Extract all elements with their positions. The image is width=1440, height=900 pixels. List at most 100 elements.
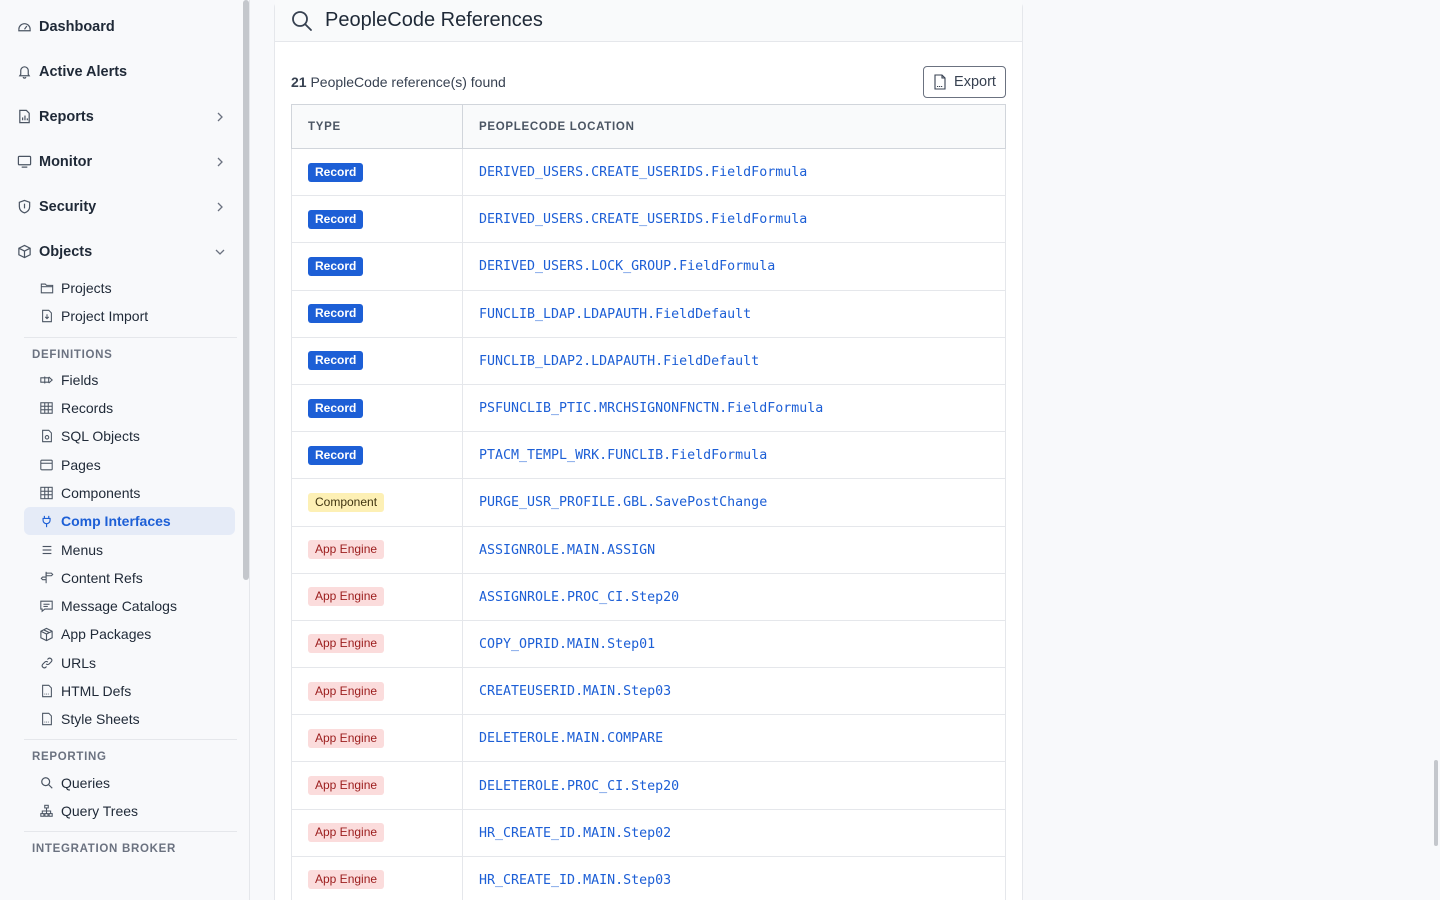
peoplecode-location-link[interactable]: DELETEROLE.PROC_CI.Step20 — [479, 779, 679, 794]
package-icon — [39, 627, 54, 642]
peoplecode-references-panel: PeopleCode References 21 PeopleCode refe… — [274, 0, 1023, 900]
sidebar-item-objects[interactable]: Objects — [0, 229, 249, 274]
type-cell: Record — [291, 242, 463, 291]
table-row: Record FUNCLIB_LDAP.LDAPAUTH.FieldDefault — [291, 289, 1006, 338]
column-header-location[interactable]: PEOPLECODE LOCATION — [462, 104, 1006, 149]
sidebar-item-project-import[interactable]: Project Import — [24, 302, 235, 330]
sidebar-item-menus[interactable]: Menus — [24, 535, 235, 563]
field-icon — [39, 372, 54, 387]
sidebar-divider — [24, 336, 237, 338]
report-icon — [16, 109, 32, 125]
cube-icon — [16, 244, 32, 260]
sidebar-item-content-refs[interactable]: Content Refs — [24, 564, 235, 592]
peoplecode-location-link[interactable]: ASSIGNROLE.PROC_CI.Step20 — [479, 590, 679, 605]
sidebar-item-dashboard[interactable]: Dashboard — [0, 0, 249, 49]
table-row: App Engine ASSIGNROLE.PROC_CI.Step20 — [291, 572, 1006, 621]
sidebar-item-monitor[interactable]: Monitor — [0, 139, 249, 184]
sidebar-item-label: Dashboard — [39, 18, 115, 35]
location-cell: PSFUNCLIB_PTIC.MRCHSIGNONFNCTN.FieldForm… — [462, 383, 1006, 433]
sidebar-item-label: Menus — [61, 541, 104, 558]
results-summary: 21 PeopleCode reference(s) found Export — [291, 66, 1006, 98]
peoplecode-location-link[interactable]: DERIVED_USERS.CREATE_USERIDS.FieldFormul… — [479, 165, 807, 180]
chevron-right-icon[interactable] — [214, 156, 226, 168]
sidebar-item-projects[interactable]: Projects — [24, 274, 235, 302]
chevron-down-icon[interactable] — [214, 246, 226, 258]
export-button[interactable]: Export — [923, 66, 1006, 98]
sidebar-item-app-packages[interactable]: App Packages — [24, 620, 235, 648]
type-cell: Record — [291, 195, 463, 244]
dashboard-icon — [16, 19, 32, 35]
location-cell: DELETEROLE.PROC_CI.Step20 — [462, 761, 1006, 810]
results-count-suffix: PeopleCode reference(s) found — [306, 74, 506, 90]
section-label-definitions: DEFINITIONS — [32, 348, 113, 361]
sidebar-item-label: Components — [61, 484, 141, 501]
export-file-icon — [933, 74, 947, 90]
sidebar-scrollbar[interactable] — [243, 0, 249, 580]
type-cell: App Engine — [291, 808, 463, 857]
sidebar-item-records[interactable]: Records — [24, 394, 235, 422]
location-cell: FUNCLIB_LDAP2.LDAPAUTH.FieldDefault — [462, 336, 1006, 385]
type-badge: Record — [308, 398, 364, 418]
peoplecode-location-link[interactable]: ASSIGNROLE.MAIN.ASSIGN — [479, 543, 655, 558]
location-cell: DELETEROLE.MAIN.COMPARE — [462, 714, 1006, 763]
sidebar-item-queries[interactable]: Queries — [24, 768, 235, 796]
sql-file-icon — [39, 429, 54, 444]
column-header-type[interactable]: TYPE — [291, 104, 463, 149]
peoplecode-location-link[interactable]: PTACM_TEMPL_WRK.FUNCLIB.FieldFormula — [479, 448, 767, 463]
panel-header: PeopleCode References — [275, 0, 1022, 42]
plug-icon — [39, 514, 54, 529]
objects-submenu: Projects Project Import — [24, 274, 235, 331]
bell-icon — [16, 64, 32, 80]
peoplecode-location-link[interactable]: HR_CREATE_ID.MAIN.Step02 — [479, 826, 671, 841]
sidebar-item-label: Comp Interfaces — [61, 513, 171, 530]
peoplecode-location-link[interactable]: FUNCLIB_LDAP2.LDAPAUTH.FieldDefault — [479, 354, 759, 369]
sidebar-item-sql-objects[interactable]: SQL Objects — [24, 422, 235, 450]
sidebar-item-components[interactable]: Components — [24, 479, 235, 507]
sidebar-item-label: Monitor — [39, 153, 93, 170]
sidebar-item-comp-interfaces[interactable]: Comp Interfaces — [24, 507, 235, 536]
table-body: Record DERIVED_USERS.CREATE_USERIDS.Field… — [291, 147, 1006, 900]
grid-icon — [39, 485, 54, 500]
sidebar-item-style-sheets[interactable]: Style Sheets — [24, 705, 235, 733]
table-row: App Engine DELETEROLE.PROC_CI.Step20 — [291, 761, 1006, 810]
type-cell: App Engine — [291, 667, 463, 716]
type-cell: Record — [291, 336, 463, 385]
sidebar-item-fields[interactable]: Fields — [24, 366, 235, 394]
sidebar-item-security[interactable]: Security — [0, 184, 249, 229]
peoplecode-location-link[interactable]: DELETEROLE.MAIN.COMPARE — [479, 731, 663, 746]
sidebar-item-message-catalogs[interactable]: Message Catalogs — [24, 592, 235, 620]
sidebar-item-label: Content Refs — [61, 569, 143, 586]
sidebar-item-urls[interactable]: URLs — [24, 649, 235, 677]
location-cell: PURGE_USR_PROFILE.GBL.SavePostChange — [462, 478, 1006, 527]
chevron-right-icon[interactable] — [214, 111, 226, 123]
sidebar-item-label: HTML Defs — [61, 683, 132, 699]
definitions-submenu: Fields Records SQL Objects Pages Components C… — [24, 366, 235, 734]
chevron-right-icon[interactable] — [214, 201, 226, 213]
page-scrollbar[interactable] — [1434, 760, 1438, 846]
type-cell: App Engine — [291, 619, 463, 669]
table-row: App Engine CREATEUSERID.MAIN.Step03 — [291, 667, 1006, 716]
location-cell: PTACM_TEMPL_WRK.FUNCLIB.FieldFormula — [462, 431, 1006, 480]
peoplecode-location-link[interactable]: DERIVED_USERS.CREATE_USERIDS.FieldFormul… — [479, 212, 807, 227]
sidebar-item-label: Projects — [61, 280, 112, 297]
peoplecode-location-link[interactable]: COPY_OPRID.MAIN.Step01 — [479, 637, 655, 652]
html-file-icon — [39, 684, 54, 699]
sidebar-item-html-defs[interactable]: HTML Defs — [24, 677, 235, 705]
table-row: Component PURGE_USR_PROFILE.GBL.SavePostC… — [291, 478, 1006, 527]
peoplecode-location-link[interactable]: FUNCLIB_LDAP.LDAPAUTH.FieldDefault — [479, 307, 751, 322]
location-cell: HR_CREATE_ID.MAIN.Step03 — [462, 855, 1006, 900]
sidebar-item-label: Queries — [61, 774, 111, 791]
export-button-label: Export — [954, 74, 996, 90]
peoplecode-location-link[interactable]: HR_CREATE_ID.MAIN.Step03 — [479, 873, 671, 888]
sidebar-item-active-alerts[interactable]: Active Alerts — [0, 49, 249, 94]
peoplecode-location-link[interactable]: DERIVED_USERS.LOCK_GROUP.FieldFormula — [479, 259, 775, 274]
type-badge: App Engine — [308, 587, 385, 607]
location-cell: HR_CREATE_ID.MAIN.Step02 — [462, 808, 1006, 857]
sidebar-item-reports[interactable]: Reports — [0, 94, 249, 139]
peoplecode-location-link[interactable]: CREATEUSERID.MAIN.Step03 — [479, 684, 671, 699]
sidebar-item-query-trees[interactable]: Query Trees — [24, 797, 235, 825]
peoplecode-location-link[interactable]: PURGE_USR_PROFILE.GBL.SavePostChange — [479, 495, 767, 510]
location-cell: FUNCLIB_LDAP.LDAPAUTH.FieldDefault — [462, 289, 1006, 338]
peoplecode-location-link[interactable]: PSFUNCLIB_PTIC.MRCHSIGNONFNCTN.FieldForm… — [479, 401, 823, 416]
sidebar-item-pages[interactable]: Pages — [24, 450, 235, 478]
